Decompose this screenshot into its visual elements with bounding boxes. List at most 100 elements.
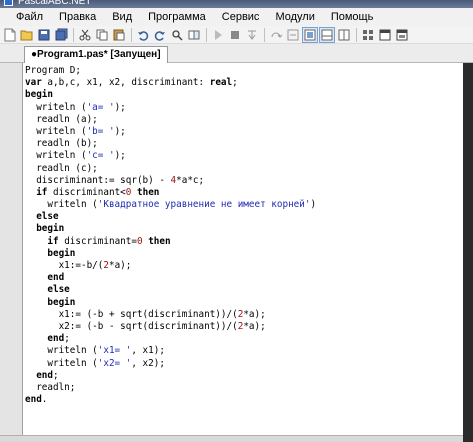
toolbar-separator [131, 27, 132, 42]
replace-icon[interactable] [186, 27, 202, 43]
menu-service[interactable]: Сервис [214, 8, 268, 26]
menu-view[interactable]: Вид [104, 8, 140, 26]
code-line[interactable]: readln; [25, 382, 316, 394]
step-over-icon[interactable] [268, 27, 284, 43]
redo-icon[interactable] [152, 27, 168, 43]
code-token: ); [114, 150, 126, 162]
code-line[interactable]: if discriminant=0 then [25, 236, 316, 248]
layout-icon[interactable] [336, 27, 352, 43]
code-token: x2:= (-b - sqrt(discriminant))/( [25, 320, 238, 332]
code-line[interactable]: else [25, 211, 316, 223]
code-token: x1:=-b/( [25, 260, 104, 271]
code-line[interactable]: begin [25, 89, 316, 101]
window-edge [463, 63, 473, 442]
code-token: begin [36, 223, 65, 235]
form-designer-icon[interactable] [377, 27, 393, 43]
code-line[interactable]: writeln ('Квадратное уравнение не имеет … [25, 199, 316, 211]
paste-icon[interactable] [111, 27, 127, 43]
code-line[interactable]: writeln ('x2= ', x2); [25, 358, 316, 370]
module-icon[interactable] [360, 27, 376, 43]
code-line[interactable]: readln (b); [25, 138, 316, 150]
code-token: *a); [243, 320, 266, 332]
code-line[interactable]: if discriminant<0 then [25, 187, 316, 199]
code-text[interactable]: Program D; var a,b,c, x1, x2, discriminan… [25, 65, 316, 406]
window-icon[interactable] [394, 27, 410, 43]
step-out-icon[interactable] [285, 27, 301, 43]
code-line[interactable]: end [25, 272, 316, 284]
status-strip [0, 435, 463, 442]
toolbar-separator [356, 27, 357, 42]
code-token: ); [114, 125, 126, 137]
copy-icon[interactable] [94, 27, 110, 43]
code-line[interactable]: discriminant:= sqr(b) - 4*a*c; [25, 175, 316, 187]
open-file-icon[interactable] [19, 27, 35, 43]
tab-program1[interactable]: ●Program1.pas* [Запущен] [24, 46, 168, 63]
code-token: 'a= ' [86, 101, 115, 113]
cut-icon[interactable] [77, 27, 93, 43]
toggle-panel-icon[interactable] [302, 26, 318, 43]
code-token: writeln ( [25, 101, 87, 113]
code-token: ; [232, 77, 238, 89]
code-line[interactable]: begin [25, 248, 316, 260]
code-line[interactable]: readln (c); [25, 163, 316, 175]
code-line[interactable]: end; [25, 370, 316, 382]
code-token: readln (c); [25, 162, 98, 174]
stop-icon[interactable] [227, 27, 243, 43]
menu-edit[interactable]: Правка [51, 8, 104, 26]
toolbar-separator [73, 27, 74, 42]
code-token: . [41, 394, 48, 406]
save-icon[interactable] [36, 27, 52, 43]
run-icon[interactable] [210, 27, 226, 43]
code-line[interactable]: readln (a); [25, 114, 316, 126]
code-token: , x2); [131, 357, 165, 369]
code-token: readln (a); [25, 113, 98, 125]
code-line[interactable]: writeln ('x1= ', x1); [25, 345, 316, 357]
save-all-icon[interactable] [53, 27, 69, 43]
code-token: ; [53, 369, 59, 381]
code-token: 'x2= ' [97, 357, 132, 369]
new-file-icon[interactable] [2, 27, 18, 43]
menu-program[interactable]: Программа [140, 8, 214, 26]
output-panel-icon[interactable] [319, 26, 335, 43]
code-line[interactable]: writeln ('c= '); [25, 150, 316, 162]
app-icon [4, 0, 13, 6]
code-token: else [36, 211, 59, 223]
code-token: 'Квадратное уравнение не имеет корней' [97, 199, 311, 211]
menu-help[interactable]: Помощь [323, 8, 382, 26]
menu-file[interactable]: Файл [8, 8, 51, 26]
toolbar-separator [264, 27, 265, 42]
undo-icon[interactable] [135, 27, 151, 43]
find-icon[interactable] [169, 27, 185, 43]
title-bar: PascalABC.NET [0, 0, 473, 8]
code-line[interactable]: x1:= (-b + sqrt(discriminant))/(2*a); [25, 309, 316, 321]
code-line[interactable]: end; [25, 333, 316, 345]
code-line[interactable]: x2:= (-b - sqrt(discriminant))/(2*a); [25, 321, 316, 333]
code-token: begin [47, 247, 76, 259]
code-editor[interactable]: Program D; var a,b,c, x1, x2, discriminan… [22, 63, 463, 435]
code-line[interactable]: writeln ('b= '); [25, 126, 316, 138]
code-line[interactable]: begin [25, 223, 316, 235]
code-token: 'x1= ' [97, 345, 132, 357]
code-token: var [25, 77, 42, 89]
code-line[interactable]: x1:=-b/(2*a); [25, 260, 316, 272]
menu-modules[interactable]: Модули [267, 8, 322, 26]
code-line[interactable]: end. [25, 394, 316, 406]
step-into-icon[interactable] [244, 27, 260, 43]
code-line[interactable]: var a,b,c, x1, x2, discriminant: real; [25, 77, 316, 89]
code-token: readln (b); [25, 138, 98, 150]
code-token: *a); [243, 308, 266, 320]
code-token: discriminant= [58, 235, 137, 247]
code-line[interactable]: writeln ('a= '); [25, 102, 316, 114]
code-line[interactable]: else [25, 284, 316, 296]
code-token: end [25, 394, 42, 406]
code-token: end [47, 272, 65, 284]
code-line[interactable]: Program D; [25, 65, 316, 77]
code-token: , x1); [131, 345, 165, 357]
code-token: writeln ( [25, 125, 87, 137]
code-line[interactable]: begin [25, 297, 316, 309]
